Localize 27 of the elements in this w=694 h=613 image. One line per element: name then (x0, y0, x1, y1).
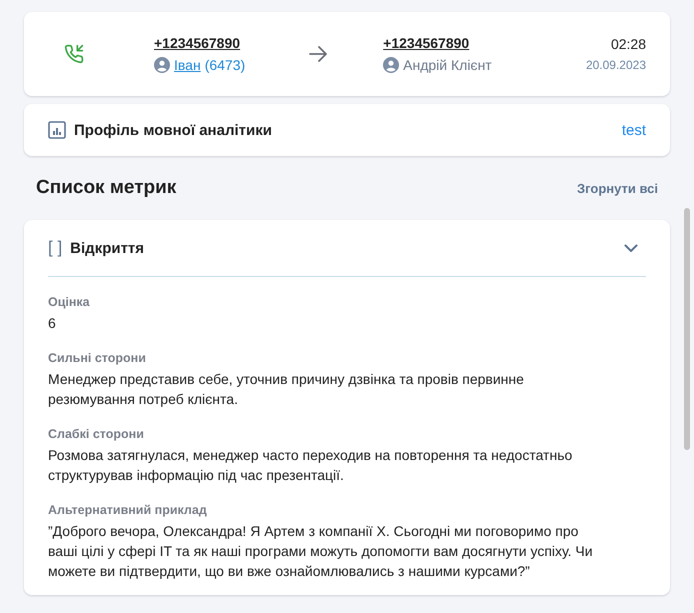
field-value: Менеджер представив себе, уточнив причину дзвінка та провів первинне резюмування потреб клієнта. (48, 370, 525, 409)
call-duration: 02:28 (610, 36, 646, 52)
agent-extension: (6473) (204, 57, 246, 73)
caller-number[interactable]: +1234567890 (154, 35, 246, 51)
client-name: Андрій Клієнт (403, 57, 492, 73)
metric-marker: [ ] (48, 238, 62, 258)
field-label: Альтернативний приклад (48, 503, 208, 517)
field-label: Слабкі сторони (48, 427, 145, 441)
collapse-all-button[interactable]: Згорнути всі (577, 180, 658, 196)
field-value: ”Доброго вечора, Олександра! Я Артем з компанії X. Сьогодні ми поговоримо про ваші цілі у сфері IT та як наші програми можуть допомогти вам досягнути успіху. Чи можете ви підтвердити, що ви вже ознайомлювались з нашими курсами?” (48, 522, 594, 581)
user-icon (383, 57, 400, 73)
user-icon (154, 57, 170, 73)
section-title: Список метрик (36, 177, 176, 199)
chevron-down-icon[interactable] (624, 244, 638, 252)
profile-link[interactable]: test (622, 122, 646, 138)
metric-title[interactable]: Відкриття (70, 240, 144, 256)
field-label: Сильні сторони (48, 351, 147, 365)
profile-title: Профіль мовної аналітики (74, 122, 272, 138)
field-value: 6 (48, 314, 57, 333)
callee-number[interactable]: +1234567890 (383, 35, 492, 51)
field-label: Оцінка (48, 295, 91, 309)
arrow-right-icon (309, 46, 328, 62)
scrollbar[interactable] (684, 208, 690, 450)
chart-icon (48, 121, 66, 139)
agent-link[interactable]: Іван (174, 57, 201, 73)
field-value: Розмова затягнулася, менеджер часто переходив на повторення та недостатньо структурував інформацію під час презентації. (48, 446, 574, 485)
call-date: 20.09.2023 (586, 58, 646, 72)
